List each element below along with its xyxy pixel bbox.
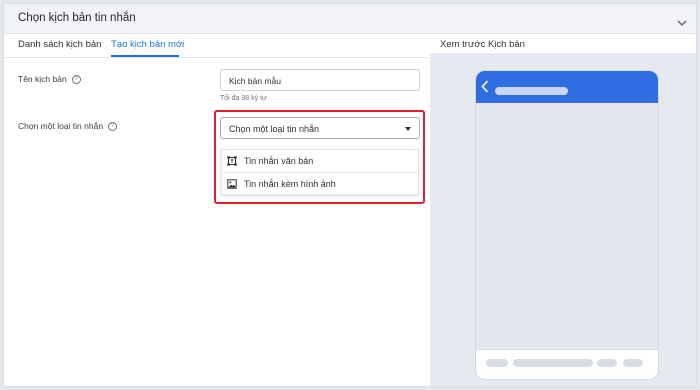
action-placeholder	[486, 359, 508, 367]
phone-preview	[475, 70, 659, 380]
panel-header[interactable]: Chọn kịch bản tin nhắn	[4, 4, 696, 34]
help-icon[interactable]: ?	[71, 74, 81, 84]
help-icon[interactable]: ?	[108, 121, 118, 131]
panel-title: Chọn kịch bản tin nhắn	[18, 12, 136, 24]
phone-title-placeholder	[495, 87, 568, 95]
scenario-name-label-text: Tên kịch bản	[18, 74, 67, 84]
character-limit-hint: Tối đa 38 ký tự	[220, 95, 267, 102]
scenario-name-label: Tên kịch bản ?	[18, 74, 81, 84]
action-placeholder	[597, 359, 617, 367]
action-placeholder	[623, 359, 643, 367]
tab-divider	[4, 57, 429, 58]
phone-bottom-bar	[476, 349, 658, 379]
phone-header	[476, 71, 658, 103]
back-icon	[481, 80, 489, 98]
main-panel: Chọn kịch bản tin nhắn Danh sách kịch bả…	[3, 3, 697, 387]
message-type-label-text: Chọn một loại tin nhắn	[18, 121, 104, 131]
phone-body	[476, 103, 658, 348]
scenario-name-input[interactable]: Kịch bản mẫu	[220, 69, 420, 91]
tab-create-scenario[interactable]: Tạo kịch bản mới	[111, 39, 184, 50]
input-placeholder	[513, 359, 593, 367]
preview-title: Xem trước Kịch bản	[440, 39, 525, 50]
highlight-box	[214, 110, 425, 204]
tab-scenario-list[interactable]: Danh sách kịch bản	[18, 39, 101, 50]
chevron-down-icon[interactable]	[677, 14, 687, 32]
message-type-label: Chọn một loại tin nhắn ?	[18, 121, 118, 131]
